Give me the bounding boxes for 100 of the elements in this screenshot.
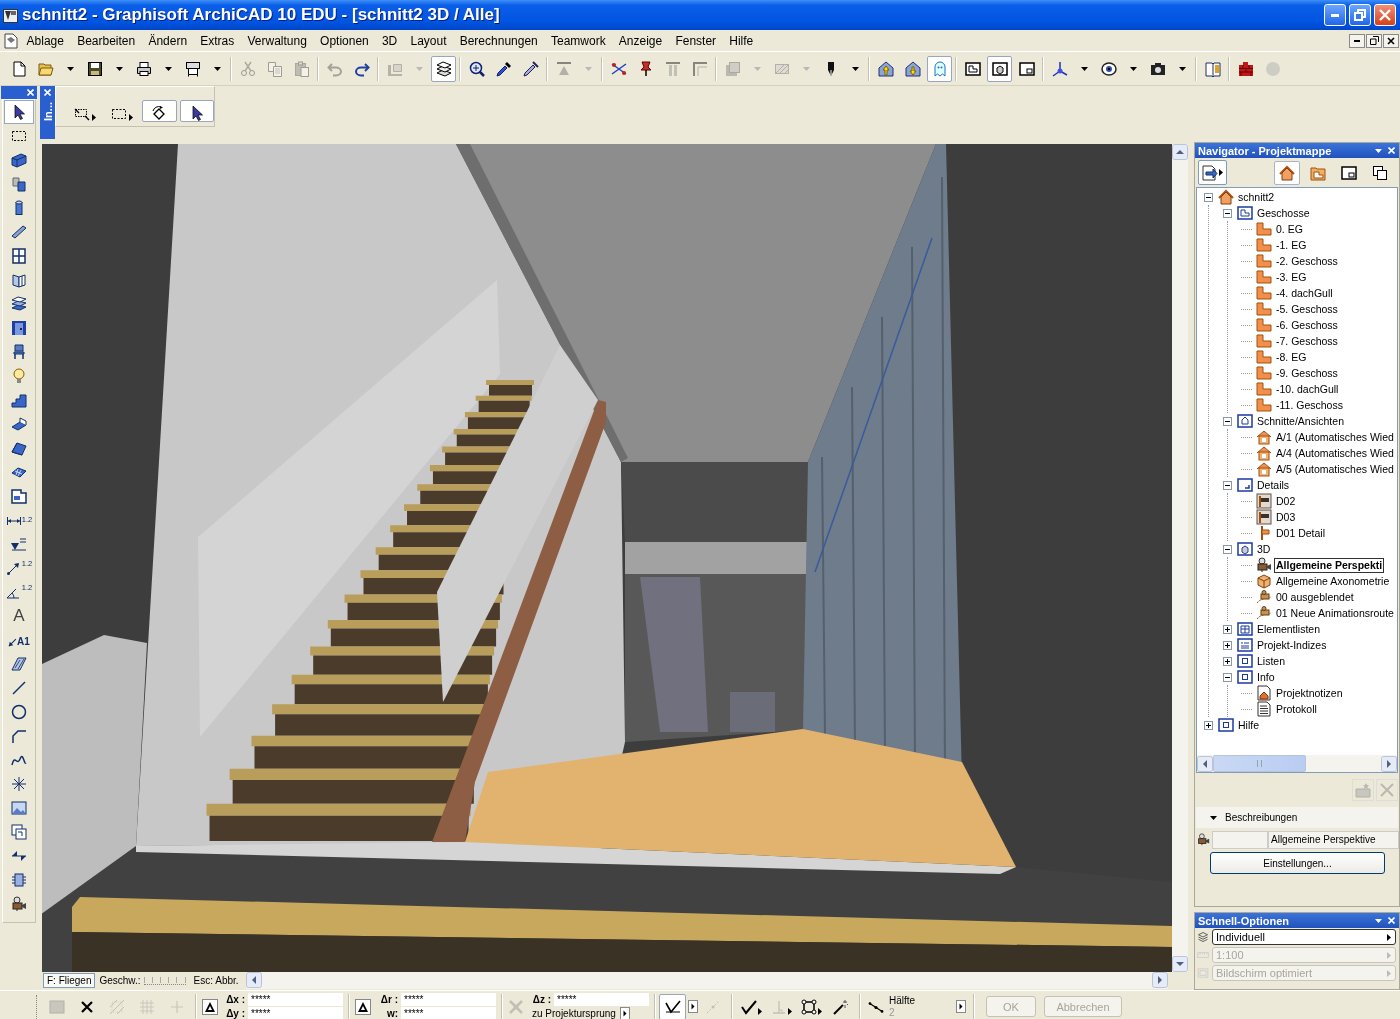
dropdown-arrow-icon[interactable] <box>213 66 221 71</box>
terrain-mesh-icon[interactable] <box>11 464 27 480</box>
document-window-icon[interactable] <box>4 32 18 49</box>
tree-item[interactable]: 0. EG <box>1274 221 1305 237</box>
toggle-button[interactable] <box>987 55 1012 82</box>
collapse-box-icon[interactable] <box>1223 480 1232 490</box>
expand-box-icon[interactable] <box>1223 624 1232 634</box>
restore-document-button[interactable] <box>1366 33 1382 48</box>
expand-box-icon[interactable] <box>1223 656 1232 666</box>
scrollbar-thumb[interactable] <box>1213 755 1306 772</box>
collapse-box-icon[interactable] <box>1204 192 1213 202</box>
close-document-button[interactable] <box>1383 33 1399 48</box>
speed-slider-track[interactable] <box>143 976 186 985</box>
tree-item[interactable]: D01 Detail <box>1274 525 1328 541</box>
collapse-triangle-icon[interactable] <box>1210 815 1217 820</box>
finned-post-icon[interactable] <box>11 872 27 888</box>
check-mark-icon[interactable] <box>740 998 757 1015</box>
horizontal-scrollbar[interactable] <box>1197 755 1397 772</box>
tree-item[interactable]: -2. Geschoss <box>1274 253 1340 269</box>
dropdown-arrow-icon[interactable] <box>851 66 859 71</box>
horizontal-scrollbar[interactable] <box>245 972 1168 989</box>
crossed-lines-icon[interactable] <box>610 60 627 77</box>
minimize-button[interactable] <box>1324 4 1346 26</box>
sheet-frame-icon[interactable] <box>1341 164 1357 181</box>
brick-wall-icon[interactable] <box>1237 60 1254 77</box>
flyout-arrow-icon[interactable] <box>817 1007 822 1015</box>
menu-item[interactable]: Ablage <box>20 31 71 50</box>
menu-item[interactable]: Teamwork <box>544 31 613 50</box>
toggle-button[interactable] <box>431 55 456 82</box>
tree-item[interactable]: Allgemeine Perspekti <box>1274 557 1385 573</box>
dropdown[interactable]: Individuell <box>1212 929 1396 946</box>
menu-item[interactable]: Layout <box>403 31 454 50</box>
coordinate-field[interactable]: ***** <box>248 1007 343 1019</box>
dropdown-arrow-icon[interactable] <box>1178 66 1186 71</box>
node-cluster-icon[interactable] <box>800 998 817 1015</box>
expand-box-icon[interactable] <box>1204 720 1213 730</box>
collapse-box-icon[interactable] <box>1223 208 1232 218</box>
bent-plate-icon[interactable] <box>11 416 27 432</box>
tree-item[interactable]: Hilfe <box>1236 717 1261 733</box>
magic-wand-icon[interactable] <box>833 998 849 1015</box>
restore-button[interactable] <box>1349 4 1371 26</box>
dropdown-arrow-icon[interactable] <box>1080 66 1088 71</box>
folder-icon[interactable] <box>1310 164 1326 181</box>
stairs-icon[interactable] <box>11 392 27 408</box>
dashed-rectangle-icon[interactable] <box>11 128 27 144</box>
room-outline-icon[interactable] <box>11 488 27 504</box>
tree-item[interactable]: Projekt-Indizes <box>1255 637 1329 653</box>
tree-item[interactable]: D03 <box>1274 509 1298 525</box>
tree-item[interactable]: Details <box>1255 477 1292 493</box>
collapse-box-icon[interactable] <box>1223 672 1232 682</box>
tree-item[interactable]: Info <box>1255 669 1277 685</box>
dropdown-arrow-icon[interactable] <box>164 66 172 71</box>
collapse-box-icon[interactable] <box>1223 416 1232 426</box>
tree-item[interactable]: Allgemeine Axonometrie <box>1274 573 1392 589</box>
close-icon[interactable] <box>1388 917 1395 925</box>
menu-item[interactable]: Verwaltung <box>240 31 314 50</box>
angled-window-icon[interactable] <box>11 272 27 288</box>
house-up-arrow-icon[interactable] <box>877 60 894 77</box>
tree-item[interactable]: -7. Geschoss <box>1274 333 1340 349</box>
hatched-fill-icon[interactable] <box>11 656 27 672</box>
menu-item[interactable]: Ändern <box>141 31 194 50</box>
stacked-blocks-icon[interactable] <box>11 176 27 192</box>
diagonal-line-icon[interactable] <box>11 680 27 696</box>
map-switch-button[interactable] <box>1198 160 1227 185</box>
dropdown-arrow-icon[interactable] <box>1129 66 1137 71</box>
folder-icon[interactable] <box>37 60 54 77</box>
star-cross-icon[interactable] <box>508 998 524 1015</box>
flyout-arrow-icon[interactable] <box>129 113 134 121</box>
menu-item[interactable]: Extras <box>193 31 241 50</box>
eye-icon[interactable] <box>1100 60 1117 77</box>
tree-item[interactable]: -8. EG <box>1274 349 1309 365</box>
circle-icon[interactable] <box>11 704 27 720</box>
sheet-frame-icon[interactable] <box>1018 60 1035 77</box>
flyout-arrow-icon[interactable] <box>92 113 97 121</box>
name-field[interactable]: Allgemeine Perspektive <box>1268 830 1399 849</box>
lamp-icon[interactable] <box>11 368 27 384</box>
level-marker-icon[interactable] <box>11 536 27 552</box>
panel-menu-icon[interactable] <box>1375 918 1382 923</box>
tree-item[interactable]: -11. Geschoss <box>1274 397 1345 413</box>
tree-item[interactable]: D02 <box>1274 493 1298 509</box>
tree-item[interactable]: Projektnotizen <box>1274 685 1345 701</box>
selected-tool-button[interactable] <box>4 100 34 124</box>
window-icon[interactable] <box>11 248 27 264</box>
text-tool[interactable]: A <box>13 607 25 625</box>
chair-icon[interactable] <box>11 344 27 360</box>
tree-item[interactable]: Elementlisten <box>1255 621 1323 637</box>
flyout-arrow-icon[interactable] <box>956 1000 966 1013</box>
vertical-scrollbar[interactable] <box>1172 144 1188 972</box>
origin-option[interactable]: zu Projektursprung <box>532 1008 616 1019</box>
toggle-button[interactable] <box>179 99 214 122</box>
close-icon[interactable] <box>1388 147 1395 154</box>
syringe-icon[interactable] <box>522 60 539 77</box>
triangle-icon[interactable] <box>202 998 218 1015</box>
tree-item[interactable]: -10. dachGull <box>1274 381 1341 397</box>
house-down-arrow-icon[interactable] <box>904 60 921 77</box>
flyout-arrow-icon[interactable] <box>757 1007 762 1015</box>
label-tool[interactable]: A1 <box>8 633 30 647</box>
input-field[interactable] <box>1212 830 1268 849</box>
framed-drawing-icon[interactable] <box>11 824 27 840</box>
plotter-icon[interactable] <box>184 60 201 77</box>
